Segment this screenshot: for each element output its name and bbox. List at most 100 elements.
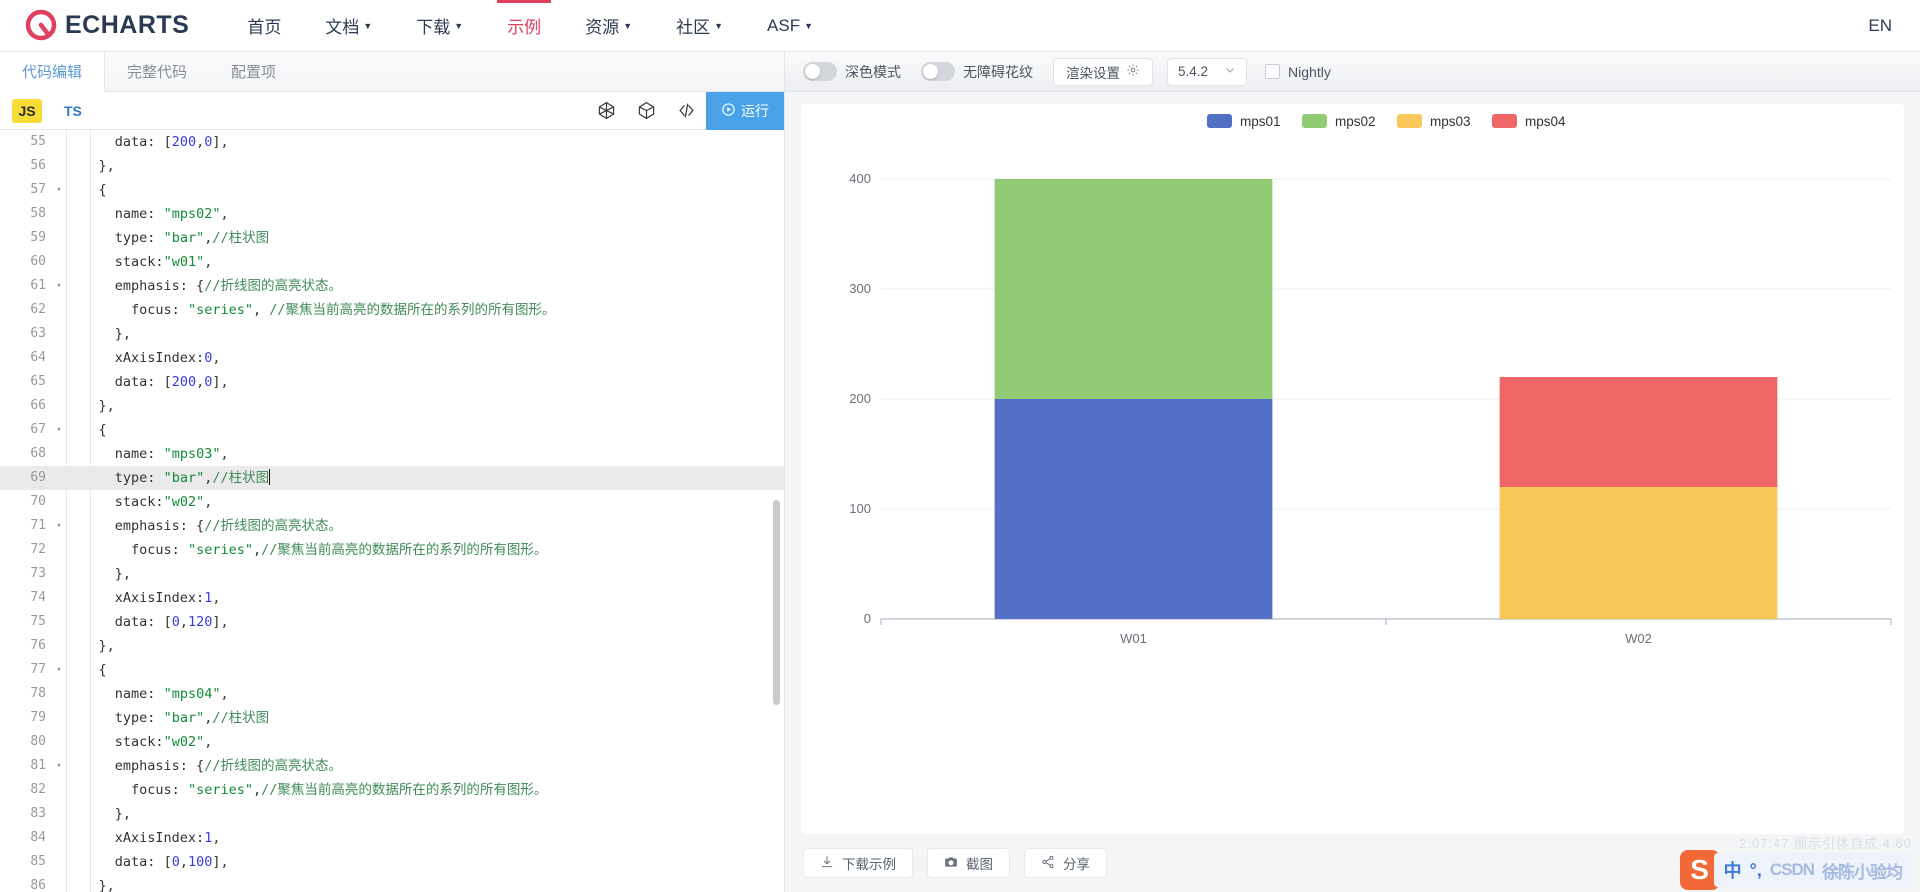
code-line[interactable]: 60 stack:"w01", bbox=[0, 250, 784, 274]
line-number: 60 bbox=[30, 254, 46, 269]
tab-code-editor[interactable]: 代码编辑 bbox=[0, 52, 106, 92]
code-line[interactable]: 68 name: "mps03", bbox=[0, 442, 784, 466]
legend-label[interactable]: mps01 bbox=[1240, 114, 1281, 129]
code-line[interactable]: 63 }, bbox=[0, 322, 784, 346]
code-line[interactable]: 72 focus: "series",//聚焦当前高亮的数据所在的系列的所有图形… bbox=[0, 538, 784, 562]
chart-canvas-card[interactable]: mps01 mps02 mps03 mps04 0 100 200 300 400 W01 W02 bbox=[801, 104, 1904, 834]
fold-toggle-icon[interactable]: ▾ bbox=[52, 658, 66, 682]
code-line[interactable]: 82 focus: "series",//聚焦当前高亮的数据所在的系列的所有图形… bbox=[0, 778, 784, 802]
nav-item-home[interactable]: 首页 bbox=[225, 0, 303, 52]
play-circle-icon bbox=[721, 102, 736, 120]
line-number: 62 bbox=[30, 302, 46, 317]
download-example-button[interactable]: 下载示例 bbox=[803, 848, 913, 878]
code-brackets-icon[interactable] bbox=[666, 92, 706, 130]
code-line[interactable]: 62 focus: "series", //聚焦当前高亮的数据所在的系列的所有图… bbox=[0, 298, 784, 322]
version-select[interactable]: 5.4.2 bbox=[1167, 57, 1248, 86]
legend-label[interactable]: mps04 bbox=[1525, 114, 1566, 129]
code-editor-area[interactable]: 55 data: [200,0], 56 }, 57 ▾ {58 name: "mps… bbox=[0, 130, 784, 892]
line-number: 70 bbox=[30, 494, 46, 509]
bar-segment[interactable] bbox=[1499, 377, 1778, 487]
render-settings-button[interactable]: 渲染设置 bbox=[1053, 57, 1153, 86]
tab-full-code[interactable]: 完整代码 bbox=[105, 52, 209, 91]
editor-scrollbar-thumb[interactable] bbox=[773, 500, 780, 705]
code-line[interactable]: 65 data: [200,0], bbox=[0, 370, 784, 394]
code-line[interactable]: 83 }, bbox=[0, 802, 784, 826]
screenshot-button[interactable]: 截图 bbox=[927, 848, 1010, 878]
code-line[interactable]: 55 data: [200,0], bbox=[0, 130, 784, 154]
brand-logo-link[interactable]: ECHARTS bbox=[24, 9, 189, 43]
chevron-down-icon: ▼ bbox=[623, 21, 633, 31]
code-line[interactable]: 75 data: [0,120], bbox=[0, 610, 784, 634]
bar-segment[interactable] bbox=[994, 179, 1273, 399]
chevron-down-icon bbox=[1224, 64, 1236, 79]
code-line[interactable]: 73 }, bbox=[0, 562, 784, 586]
fold-toggle-icon[interactable]: ▾ bbox=[52, 514, 66, 538]
legend-swatch[interactable] bbox=[1207, 114, 1232, 128]
code-line[interactable]: 67 ▾ { bbox=[0, 418, 784, 442]
code-line[interactable]: 61 ▾ emphasis: {//折线图的高亮状态。 bbox=[0, 274, 784, 298]
code-line-text: focus: "series",//聚焦当前高亮的数据所在的系列的所有图形。 bbox=[131, 542, 548, 558]
stacked-bar-chart[interactable]: mps01 mps02 mps03 mps04 0 100 200 300 400 W01 W02 bbox=[801, 104, 1904, 754]
lang-ts-button[interactable]: TS bbox=[64, 103, 82, 119]
code-line[interactable]: 64 xAxisIndex:0, bbox=[0, 346, 784, 370]
legend-swatch[interactable] bbox=[1397, 114, 1422, 128]
legend-label[interactable]: mps03 bbox=[1430, 114, 1471, 129]
bar-segment[interactable] bbox=[994, 399, 1273, 619]
code-line[interactable]: 81 ▾ emphasis: {//折线图的高亮状态。 bbox=[0, 754, 784, 778]
code-line[interactable]: 59 type: "bar",//柱状图 bbox=[0, 226, 784, 250]
code-line[interactable]: 57 ▾ { bbox=[0, 178, 784, 202]
legend-swatch[interactable] bbox=[1492, 114, 1517, 128]
lang-js-button[interactable]: JS bbox=[12, 98, 42, 123]
y-axis-tick-label: 100 bbox=[849, 501, 871, 516]
code-line[interactable]: 85 data: [0,100], bbox=[0, 850, 784, 874]
code-line[interactable]: 77 ▾ { bbox=[0, 658, 784, 682]
code-line[interactable]: 76 }, bbox=[0, 634, 784, 658]
code-line[interactable]: 79 type: "bar",//柱状图 bbox=[0, 706, 784, 730]
nav-item-examples[interactable]: 示例 bbox=[485, 0, 563, 52]
code-line-text: }, bbox=[114, 806, 132, 822]
code-line[interactable]: 86 }, bbox=[0, 874, 784, 892]
toggle-knob bbox=[923, 64, 938, 79]
code-line[interactable]: 66 }, bbox=[0, 394, 784, 418]
code-line[interactable]: 56 }, bbox=[0, 154, 784, 178]
code-line[interactable]: 74 xAxisIndex:1, bbox=[0, 586, 784, 610]
code-line[interactable]: 70 stack:"w02", bbox=[0, 490, 784, 514]
run-button[interactable]: 运行 bbox=[706, 91, 784, 130]
cube-wire-icon[interactable] bbox=[586, 92, 626, 130]
nav-item-community[interactable]: 社区 ▼ bbox=[654, 0, 745, 52]
nav-item-docs[interactable]: 文档 ▼ bbox=[303, 0, 394, 52]
run-button-label: 运行 bbox=[741, 102, 769, 119]
share-icon bbox=[1041, 855, 1055, 872]
accessibility-pattern-toggle[interactable] bbox=[921, 62, 955, 81]
dark-mode-toggle[interactable] bbox=[803, 62, 837, 81]
nav-item-resources[interactable]: 资源 ▼ bbox=[563, 0, 654, 52]
nav-item-asf[interactable]: ASF ▼ bbox=[745, 0, 835, 52]
code-line[interactable]: 58 name: "mps02", bbox=[0, 202, 784, 226]
fold-toggle-icon[interactable]: ▾ bbox=[52, 754, 66, 778]
code-line[interactable]: 84 xAxisIndex:1, bbox=[0, 826, 784, 850]
code-line[interactable]: 69 type: "bar",//柱状图 bbox=[0, 466, 784, 490]
line-number: 86 bbox=[30, 878, 46, 892]
share-button[interactable]: 分享 bbox=[1024, 848, 1107, 878]
y-axis-tick-label: 300 bbox=[849, 281, 871, 296]
language-toggle[interactable]: EN bbox=[1868, 16, 1892, 36]
legend-swatch[interactable] bbox=[1302, 114, 1327, 128]
nav-item-download[interactable]: 下载 ▼ bbox=[394, 0, 485, 52]
chart-legend: mps01 mps02 mps03 mps04 bbox=[1207, 114, 1566, 129]
tab-options[interactable]: 配置项 bbox=[209, 52, 298, 91]
fold-toggle-icon[interactable]: ▾ bbox=[52, 178, 66, 202]
editor-scrollbar-track[interactable] bbox=[773, 130, 782, 892]
code-line-text: }, bbox=[98, 638, 115, 654]
bar-segment[interactable] bbox=[1499, 487, 1778, 619]
legend-label[interactable]: mps02 bbox=[1335, 114, 1376, 129]
code-line[interactable]: 71 ▾ emphasis: {//折线图的高亮状态。 bbox=[0, 514, 784, 538]
code-line-text: type: "bar",//柱状图 bbox=[114, 469, 271, 486]
code-line[interactable]: 80 stack:"w02", bbox=[0, 730, 784, 754]
line-number: 71 bbox=[30, 518, 46, 533]
cube-icon[interactable] bbox=[626, 92, 666, 130]
nightly-checkbox[interactable] bbox=[1265, 64, 1281, 79]
fold-toggle-icon[interactable]: ▾ bbox=[52, 418, 66, 442]
line-number: 67 bbox=[30, 422, 46, 437]
fold-toggle-icon[interactable]: ▾ bbox=[52, 274, 66, 298]
code-line[interactable]: 78 name: "mps04", bbox=[0, 682, 784, 706]
